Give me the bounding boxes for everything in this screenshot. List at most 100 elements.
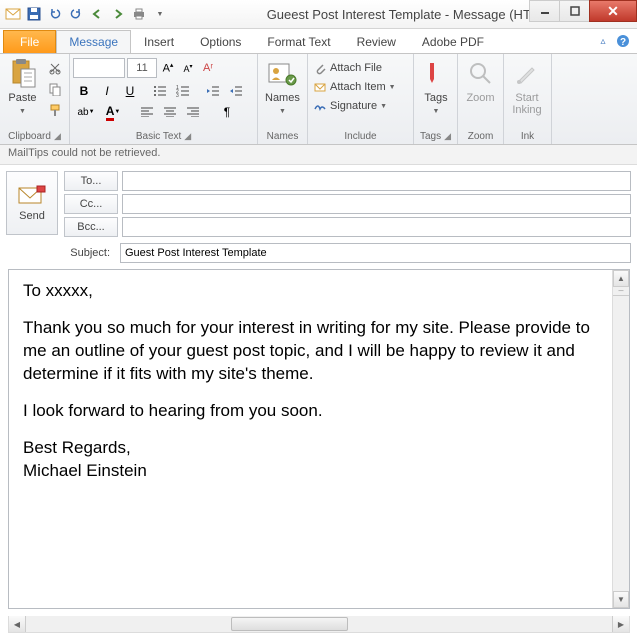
minimize-button[interactable] [529,0,559,22]
paragraph-mark-icon[interactable]: ¶ [216,102,238,122]
cc-button[interactable]: Cc... [64,194,118,214]
basic-text-launcher-icon[interactable]: ◢ [184,131,191,142]
to-button[interactable]: To... [64,171,118,191]
body-paragraph-1: Thank you so much for your interest in w… [23,317,598,386]
send-button[interactable]: Send [6,171,58,235]
highlight-icon[interactable]: ab▼ [73,102,99,122]
title-bar: ▼ Gueest Post Interest Template - Messag… [0,0,637,29]
svg-text:?: ? [620,37,626,48]
font-size-input[interactable] [127,58,157,78]
bcc-button[interactable]: Bcc... [64,217,118,237]
group-clipboard: Paste▼ Clipboard◢ [0,54,70,144]
hscroll-thumb[interactable] [231,617,348,631]
shrink-font-icon[interactable]: A▾ [179,58,197,78]
tags-group-label: Tags [420,131,441,142]
previous-icon[interactable] [87,4,107,24]
tab-message[interactable]: Message [56,30,131,53]
tab-adobe-pdf[interactable]: Adobe PDF [409,30,497,53]
vertical-scrollbar[interactable]: ▲ ─ ▼ [612,270,629,608]
maximize-button[interactable] [559,0,589,22]
bullets-icon[interactable] [149,81,171,101]
font-color-icon[interactable]: A▼ [100,102,126,122]
scroll-right-icon[interactable]: ▶ [612,616,629,632]
attach-item-button[interactable]: Attach Item ▼ [311,79,398,95]
qat-customize-icon[interactable]: ▼ [150,4,170,24]
zoom-button[interactable]: Zoom [461,56,500,106]
print-icon[interactable] [129,4,149,24]
cc-input[interactable] [122,194,631,214]
app-icon[interactable] [3,4,23,24]
signature-label: Signature [330,100,377,112]
help-icon[interactable]: ? [615,33,631,49]
cut-icon[interactable] [44,58,66,78]
grow-font-icon[interactable]: A▴ [159,58,177,78]
close-button[interactable]: ✕ [589,0,637,22]
group-basic-text: A▴ A▾ Aʳ B I U 123 ab▼ A▼ [70,54,258,144]
to-input[interactable] [122,171,631,191]
underline-icon[interactable]: U [119,81,141,101]
quick-access-toolbar: ▼ [0,4,170,24]
clear-format-icon[interactable]: Aʳ [199,58,217,78]
align-left-icon[interactable] [136,102,158,122]
align-right-icon[interactable] [182,102,204,122]
tags-launcher-icon[interactable]: ◢ [444,131,451,142]
body-paragraph-2: I look forward to hearing from you soon. [23,400,598,423]
tags-label: Tags [424,92,447,104]
bold-icon[interactable]: B [73,81,95,101]
group-ink: Start Inking Ink [504,54,552,144]
mailtips-bar: MailTips could not be retrieved. [0,145,637,165]
tab-options[interactable]: Options [187,30,254,53]
attach-item-label: Attach Item [330,81,386,93]
align-center-icon[interactable] [159,102,181,122]
decrease-indent-icon[interactable] [202,81,224,101]
svg-text:3: 3 [176,93,179,97]
attach-file-button[interactable]: Attach File [311,60,384,76]
body-greeting: To xxxxx, [23,280,598,303]
group-tags: Tags▼ Tags◢ [414,54,458,144]
ink-group-label: Ink [521,131,534,142]
subject-label: Subject: [58,247,116,259]
increase-indent-icon[interactable] [225,81,247,101]
scroll-down-icon[interactable]: ▼ [613,591,629,608]
minimize-ribbon-icon[interactable]: ▵ [595,33,611,49]
paste-button[interactable]: Paste▼ [3,56,42,118]
subject-input[interactable] [120,243,631,263]
clipboard-launcher-icon[interactable]: ◢ [54,131,61,142]
start-inking-button[interactable]: Start Inking [507,56,547,118]
basic-text-label: Basic Text [136,131,181,142]
names-button[interactable]: Names▼ [261,56,304,118]
window-controls: ✕ [529,0,637,22]
horizontal-scrollbar[interactable]: ◀ ▶ [8,616,630,633]
message-header: Send To... Cc... Bcc... [0,165,637,243]
clipboard-label: Clipboard [8,131,51,142]
signature-button[interactable]: Signature ▼ [311,98,389,114]
group-zoom: Zoom Zoom [458,54,504,144]
tab-format-text[interactable]: Format Text [254,30,343,53]
scroll-left-icon[interactable]: ◀ [9,616,26,632]
ribbon: Paste▼ Clipboard◢ A▴ A▾ Aʳ B I U [0,53,637,145]
copy-icon[interactable] [44,79,66,99]
zoom-label: Zoom [466,92,494,104]
tab-review[interactable]: Review [344,30,409,53]
message-body[interactable]: To xxxxx, Thank you so much for your int… [9,270,612,608]
next-icon[interactable] [108,4,128,24]
body-closing: Best Regards, [23,438,131,457]
scroll-up-icon[interactable]: ▲ [613,270,629,287]
message-body-container: To xxxxx, Thank you so much for your int… [8,269,630,609]
font-name-input[interactable] [73,58,125,78]
format-painter-icon[interactable] [44,100,66,120]
body-signature: Michael Einstein [23,461,147,480]
file-tab[interactable]: File [3,30,56,53]
undo-icon[interactable] [45,4,65,24]
numbering-icon[interactable]: 123 [172,81,194,101]
group-names: Names▼ Names [258,54,308,144]
save-icon[interactable] [24,4,44,24]
send-label: Send [19,210,45,222]
italic-icon[interactable]: I [96,81,118,101]
scroll-split-icon[interactable]: ─ [613,288,629,296]
bcc-input[interactable] [122,217,631,237]
tags-button[interactable]: Tags▼ [417,56,455,118]
redo-icon[interactable] [66,4,86,24]
tab-insert[interactable]: Insert [131,30,187,53]
hscroll-track[interactable] [26,616,612,632]
